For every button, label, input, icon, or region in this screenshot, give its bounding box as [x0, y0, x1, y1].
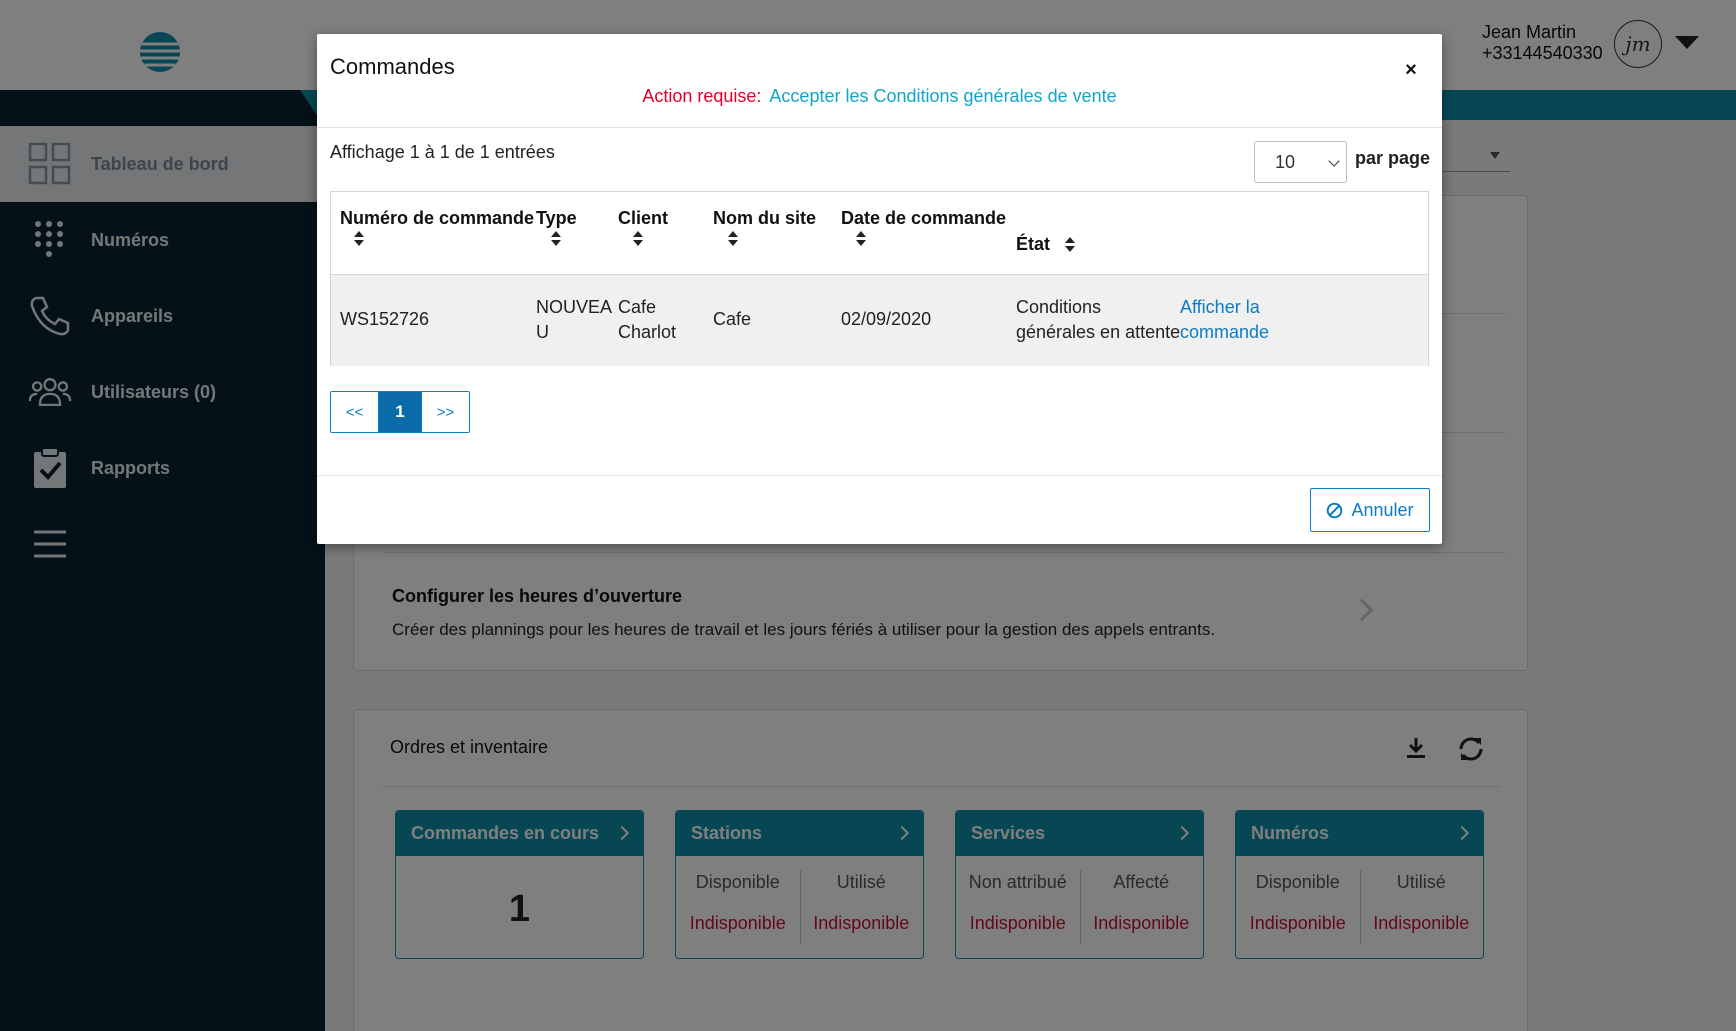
cell-line: Afficher la — [1180, 297, 1260, 317]
cell-line: NOUVEA — [536, 297, 613, 317]
cell-line: Conditions — [1016, 297, 1102, 317]
sort-icon[interactable] — [354, 231, 364, 247]
column-header-label: Type — [536, 208, 577, 228]
column-header-label: Client — [618, 208, 669, 228]
cell-line: U — [536, 322, 549, 342]
chevron-down-icon — [1328, 155, 1340, 167]
sort-icon[interactable] — [633, 231, 643, 247]
divider — [317, 127, 1442, 128]
column-header-label: Date de commande — [841, 208, 1007, 228]
column-header-label: Nom du site — [713, 208, 817, 228]
orders-table: Numéro de commande Type Client Nom du si… — [330, 191, 1429, 366]
cell-site-name: Cafe — [713, 309, 752, 329]
column-header-order-date[interactable]: Date de commande — [841, 207, 1006, 247]
cell-line: Cafe — [618, 297, 657, 317]
pagination-prev-button[interactable]: << — [331, 392, 379, 432]
cancel-button-label: Annuler — [1351, 499, 1414, 520]
modal-title: Commandes — [330, 54, 455, 79]
cell-line: générales en attente — [1016, 322, 1181, 342]
cell-state: Conditions générales en attente — [1016, 295, 1180, 345]
pagination-next-button[interactable]: >> — [421, 392, 469, 432]
accept-terms-link[interactable]: Accepter les Conditions générales de ven… — [769, 86, 1116, 106]
sort-icon[interactable] — [856, 231, 866, 247]
cell-client: Cafe Charlot — [618, 295, 676, 345]
column-header-label: Numéro de commande — [340, 208, 535, 228]
per-page-value: 10 — [1275, 152, 1296, 172]
pagination: << 1 >> — [330, 391, 470, 433]
orders-modal: Commandes × Action requise: Accepter les … — [317, 34, 1442, 544]
entries-info: Affichage 1 à 1 de 1 entrées — [330, 142, 555, 162]
action-required-label: Action requise: — [642, 86, 762, 106]
cell-line: Charlot — [618, 322, 677, 342]
column-header-order-number[interactable]: Numéro de commande — [340, 207, 534, 247]
per-page-label: par page — [1355, 148, 1431, 168]
column-header-site-name[interactable]: Nom du site — [713, 207, 816, 247]
cell-order-date: 02/09/2020 — [841, 309, 932, 329]
pagination-page-button[interactable]: 1 — [379, 392, 421, 432]
cell-type: NOUVEA U — [536, 295, 612, 345]
action-required-banner: Action requise: Accepter les Conditions g… — [317, 86, 1442, 107]
column-header-label: État — [1016, 234, 1051, 254]
divider — [317, 475, 1442, 476]
cell-order-number: WS152726 — [340, 309, 430, 329]
sort-icon[interactable] — [551, 231, 561, 247]
cell-line: commande — [1180, 322, 1270, 342]
close-icon[interactable]: × — [1397, 56, 1425, 84]
view-order-link[interactable]: Afficher la commande — [1180, 295, 1269, 345]
table-row: WS152726 NOUVEA U Cafe Charlot Cafe 02/0… — [331, 274, 1428, 366]
column-header-type[interactable]: Type — [536, 207, 577, 247]
per-page-select[interactable]: 10 — [1254, 141, 1347, 183]
ban-icon — [1327, 502, 1343, 518]
column-header-state[interactable]: État — [1016, 233, 1076, 255]
cancel-button[interactable]: Annuler — [1310, 488, 1430, 532]
sort-icon[interactable] — [728, 231, 738, 247]
column-header-client[interactable]: Client — [618, 207, 668, 247]
sort-icon[interactable] — [1065, 237, 1076, 253]
